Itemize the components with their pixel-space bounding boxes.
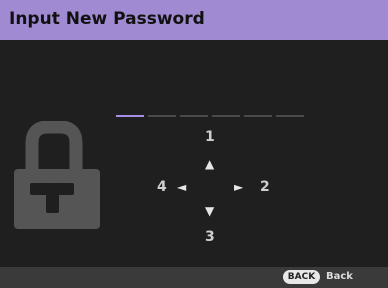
up-number: 1 (205, 129, 215, 145)
left-arrow-icon[interactable]: ◄ (177, 181, 186, 193)
footer-bar: BACK Back (0, 267, 388, 288)
password-slot (212, 115, 240, 117)
lock-icon (14, 121, 100, 229)
left-number: 4 (157, 179, 167, 195)
up-arrow-icon[interactable]: ▲ (205, 158, 214, 170)
right-arrow-icon[interactable]: ► (234, 181, 243, 193)
password-slot (116, 115, 144, 117)
page-title: Input New Password (9, 9, 205, 29)
password-slot (180, 115, 208, 117)
password-slot (276, 115, 304, 117)
down-number: 3 (205, 229, 215, 245)
password-slot (148, 115, 176, 117)
password-screen: Input New Password 1 ▲ 4 ◄ ► 2 ▼ 3 BACK … (0, 0, 388, 288)
back-key-icon[interactable]: BACK (283, 270, 320, 284)
back-label: Back (326, 271, 353, 282)
password-slot (244, 115, 272, 117)
down-arrow-icon[interactable]: ▼ (205, 205, 214, 217)
right-number: 2 (260, 179, 270, 195)
title-bar: Input New Password (0, 0, 388, 40)
